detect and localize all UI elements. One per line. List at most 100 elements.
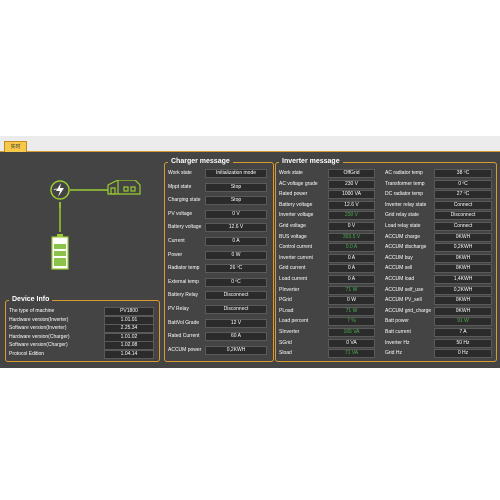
inverter-right-row-label: ACCUM sell (385, 265, 413, 272)
device-info-row: Protocol Edition 1.04.14 (6, 350, 159, 359)
inverter-right-row-value: 0 Hz (434, 349, 492, 359)
charger-row-label: Battery voltage (168, 224, 202, 231)
tab-bar (0, 136, 500, 152)
charger-row: Power 0 W (165, 250, 273, 260)
inverter-right-row: Inverter Hz 50 Hz (276, 338, 496, 348)
inverter-right-row-label: Load relay state (385, 223, 421, 229)
charger-row-label: Rated Current (168, 333, 200, 340)
inverter-message-group: Inverter message Work state OffGrid AC vol… (275, 158, 497, 362)
charger-row-label: PV voltage (168, 210, 193, 217)
charger-row: ACCUM power 0,2KWH (165, 345, 273, 355)
inverter-right-row-value: 1,4KWH (434, 275, 492, 284)
inverter-right-row-value: Connect (434, 222, 492, 231)
inverter-right-row-value: Disconnect (434, 211, 492, 221)
bottom-blank-area (0, 368, 500, 500)
charger-row-value: 12.6 V (205, 223, 267, 233)
inverter-right-row: Transformer temp 0 ºC (276, 179, 496, 189)
charger-row: External temp 0 ºC (165, 277, 273, 287)
inverter-right-row: Grid relay state Disconnect (276, 211, 496, 221)
inverter-right-row-label: Batt power (385, 318, 409, 325)
inverter-right-row-label: ACCUM buy (385, 254, 413, 261)
charger-row-value: 0 A (205, 237, 267, 246)
charger-row: Work state Initialization mode (165, 169, 273, 178)
charger-row-label: ACCUM power (168, 346, 202, 353)
device-info-row-value: 1.04.14 (104, 350, 154, 359)
inverter-right-row-label: ACCUM PV_sell (385, 297, 422, 304)
charger-row-label: Work state (168, 170, 192, 176)
charger-row: Battery voltage 12.6 V (165, 223, 273, 233)
solar-inverter-icon (50, 180, 70, 200)
inverter-right-row-label: DC radiator temp (385, 191, 424, 198)
charger-row-value: Disconnect (205, 291, 267, 301)
charger-row-label: Current (168, 238, 185, 244)
inverter-right-row-label: ACCUM discharge (385, 244, 427, 251)
inverter-right-row-label: Transformer temp (385, 180, 425, 187)
charger-message-title: Charger message (168, 158, 233, 166)
energy-flow-diagram (50, 180, 141, 270)
charger-row-label: Mppt state (168, 183, 192, 190)
inverter-right-row-label: ACCUM self_use (385, 286, 424, 293)
charger-row-value: 0,2KWH (205, 345, 267, 355)
charger-row-label: Charging state (168, 197, 201, 204)
charger-row: Battery Relay Disconnect (165, 291, 273, 301)
charger-row-value: Stop (205, 196, 267, 206)
charger-row-label: PV Relay (168, 306, 189, 312)
device-info-row-label: Protocol Edition (9, 351, 45, 357)
charger-row-label: External temp (168, 278, 199, 285)
inverter-right-row-label: Inverter Hz (385, 339, 410, 346)
inverter-message-title: Inverter message (279, 158, 343, 166)
inverter-right-row: Grid Hz 0 Hz (276, 349, 496, 359)
charger-row: BattVol Grade 12 V (165, 318, 273, 328)
inverter-right-row-label: ACCUM load (385, 276, 415, 282)
charger-row-value: 0 W (205, 250, 267, 260)
inverter-right-row-value: 27 ºC (434, 190, 492, 200)
inverter-right-row: Batt current 7 A (276, 328, 496, 337)
inverter-right-row-value: 0KWH (434, 296, 492, 306)
charger-row-value: 60 A (205, 332, 267, 342)
inverter-right-row: ACCUM load 1,4KWH (276, 275, 496, 284)
inverter-right-row: Batt power 91 W (276, 317, 496, 327)
charger-row-value: Stop (205, 182, 267, 192)
inverter-right-row: ACCUM grid_charge 0KWH (276, 306, 496, 316)
inverter-right-row-label: Inverter relay state (385, 201, 427, 208)
charger-message-group: Charger message Work state Initialization… (164, 158, 274, 362)
inverter-right-row-value: 0KWH (434, 232, 492, 242)
device-info-group: Device Info The type of machine PV1800 Har… (5, 296, 160, 362)
inverter-right-row-value: 0,2KWH (434, 243, 492, 253)
inverter-right-row-value: 50 Hz (434, 338, 492, 348)
inverter-right-row: AC radiator temp 38 ºC (276, 169, 496, 178)
inverter-right-row-value: 0,2KWH (434, 285, 492, 295)
inverter-right-row-value: 38 ºC (434, 169, 492, 178)
inverter-right-row: ACCUM charge 0KWH (276, 232, 496, 242)
charger-row: PV voltage 0 V (165, 209, 273, 219)
charger-row: Rated Current 60 A (165, 332, 273, 342)
charger-row: Mppt state Stop (165, 182, 273, 192)
inverter-right-row: Load relay state Connect (276, 222, 496, 231)
inverter-right-row: Inverter relay state Connect (276, 200, 496, 210)
charger-row-label: Radiator temp (168, 265, 200, 272)
charger-row-value: 0 ºC (205, 277, 267, 287)
charger-row-label: Battery Relay (168, 292, 199, 299)
inverter-right-row-label: AC radiator temp (385, 170, 423, 176)
battery-icon (51, 234, 69, 270)
inverter-right-row-value: 0KWH (434, 306, 492, 316)
main-panel: Device Info The type of machine PV1800 Har… (0, 152, 500, 368)
inverter-right-row-value: 7 A (434, 328, 492, 337)
inverter-right-row: ACCUM sell 0KWH (276, 264, 496, 274)
inverter-right-row-value: Connect (434, 200, 492, 210)
charger-row: Radiator temp 26 ºC (165, 264, 273, 274)
inverter-right-row: ACCUM self_use 0,2KWH (276, 285, 496, 295)
charger-row-value: 26 ºC (205, 264, 267, 274)
inverter-right-row-label: Grid relay state (385, 212, 419, 219)
inverter-right-row-label: Grid Hz (385, 350, 402, 357)
charger-row: PV Relay Disconnect (165, 305, 273, 314)
charger-row-value: Disconnect (205, 305, 267, 314)
inverter-right-row-value: 0KWH (434, 264, 492, 274)
charger-row: Current 0 A (165, 237, 273, 246)
inverter-right-row-label: Batt current (385, 329, 411, 335)
inverter-right-row-value: 91 W (434, 317, 492, 327)
charger-row-value: Initialization mode (205, 169, 267, 178)
charger-row-label: Power (168, 251, 183, 258)
inverter-right-row-label: ACCUM charge (385, 233, 421, 240)
inverter-right-row: ACCUM buy 0KWH (276, 253, 496, 263)
